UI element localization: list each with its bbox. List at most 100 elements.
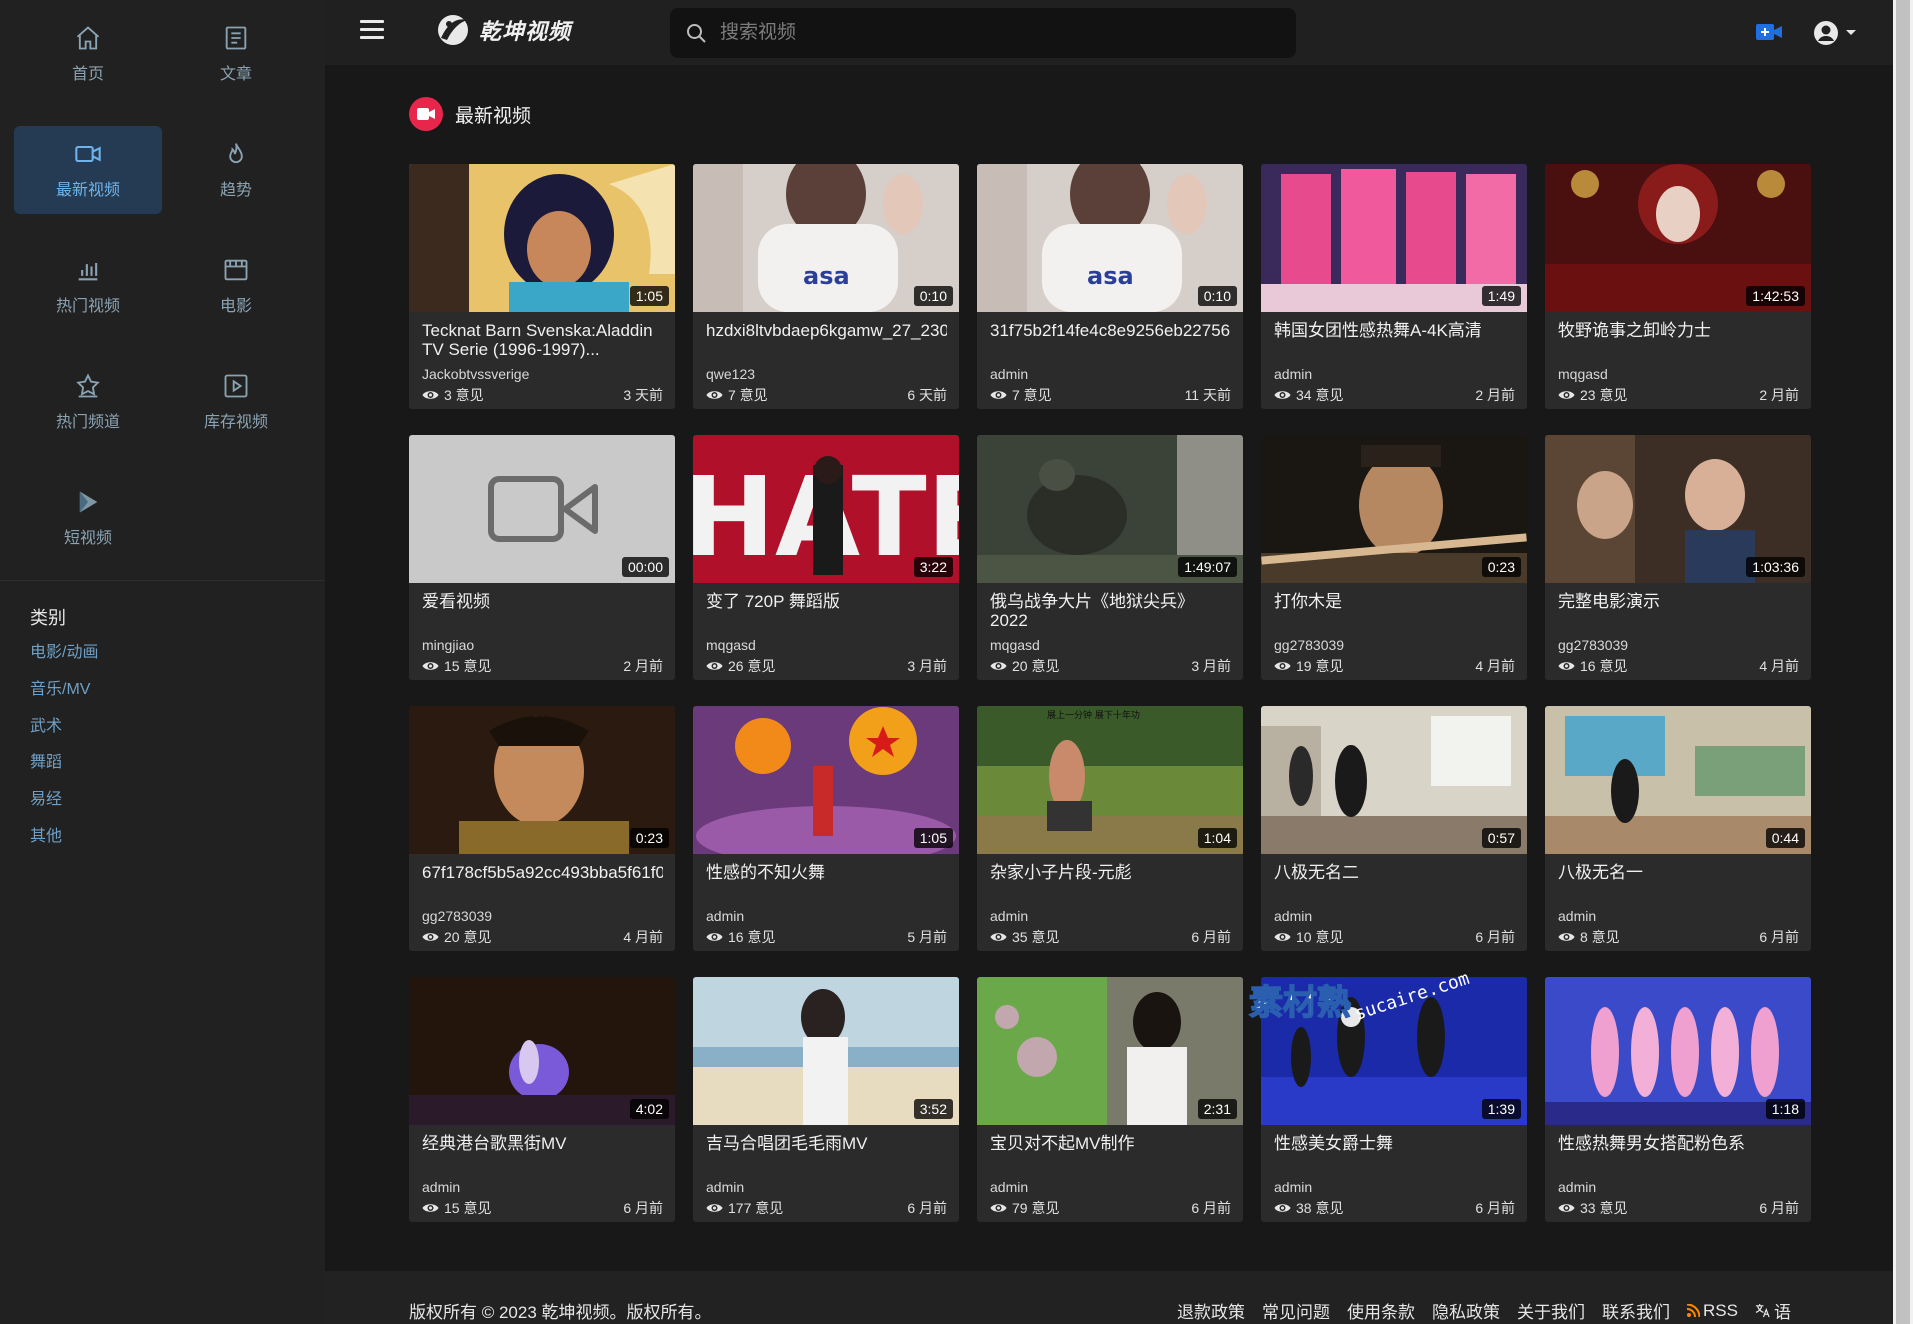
category-link[interactable]: 武术: [30, 716, 98, 753]
video-thumbnail[interactable]: 0:23: [1261, 435, 1527, 583]
video-author[interactable]: Jackobtvssverige: [422, 366, 529, 382]
video-card[interactable]: asa 0:10 31f75b2f14fe4c8e9256eb2275666c25 a…: [977, 164, 1243, 409]
video-title[interactable]: 31f75b2f14fe4c8e9256eb2275666c25: [990, 321, 1231, 359]
nav-item-movies[interactable]: 电影: [162, 242, 310, 330]
video-card[interactable]: 00:00 爱看视频 mingjiao 15 意见 2 月前: [409, 435, 675, 680]
video-card[interactable]: 4:02 经典港台歌黑街MV admin 15 意见 6 月前: [409, 977, 675, 1222]
video-card[interactable]: 0:23 67f178cf5b5a92cc493bba5f61f08437 gg27…: [409, 706, 675, 951]
video-thumbnail[interactable]: 0:57: [1261, 706, 1527, 854]
video-author[interactable]: gg2783039: [1558, 637, 1628, 653]
video-author[interactable]: admin: [1274, 908, 1312, 924]
video-card[interactable]: 1:49:07 俄乌战争大片《地狱尖兵》2022 mqgasd 20 意见 3 月前: [977, 435, 1243, 680]
video-title[interactable]: 67f178cf5b5a92cc493bba5f61f08437: [422, 863, 663, 901]
nav-item-stock-videos[interactable]: 库存视频: [162, 358, 310, 446]
video-author[interactable]: admin: [1558, 908, 1596, 924]
video-title[interactable]: 八极无名二: [1274, 863, 1515, 901]
video-title[interactable]: 牧野诡事之卸岭力士: [1558, 321, 1799, 359]
video-thumbnail[interactable]: 1:49:07: [977, 435, 1243, 583]
video-author[interactable]: mingjiao: [422, 637, 474, 653]
scrollbar-track[interactable]: [1893, 0, 1913, 1324]
video-title[interactable]: 杂家小子片段-元彪: [990, 863, 1231, 901]
category-link[interactable]: 其他: [30, 826, 98, 863]
category-link[interactable]: 音乐/MV: [30, 679, 98, 716]
video-card[interactable]: 1:18 性感热舞男女搭配粉色系 admin 33 意见 6 月前: [1545, 977, 1811, 1222]
video-upload-icon[interactable]: [1755, 20, 1783, 44]
category-link[interactable]: 电影/动画: [30, 642, 98, 679]
video-card[interactable]: 展上一分钟 展下十年功 1:04 杂家小子片段-元彪 admin 35 意见 6 月前: [977, 706, 1243, 951]
video-thumbnail[interactable]: 0:44: [1545, 706, 1811, 854]
video-card[interactable]: 2:31 宝贝对不起MV制作 admin 79 意见 6 月前: [977, 977, 1243, 1222]
video-author[interactable]: admin: [990, 1179, 1028, 1195]
video-card[interactable]: 0:23 打你木是 gg2783039 19 意见 4 月前: [1261, 435, 1527, 680]
video-thumbnail[interactable]: 0:23: [409, 706, 675, 854]
video-author[interactable]: qwe123: [706, 366, 755, 382]
video-author[interactable]: admin: [1274, 1179, 1312, 1195]
video-card[interactable]: 1:05 性感的不知火舞 admin 16 意见 5 月前: [693, 706, 959, 951]
footer-link-contact[interactable]: 联系我们: [1602, 1298, 1670, 1323]
video-thumbnail[interactable]: 4:02: [409, 977, 675, 1125]
footer-link-faq[interactable]: 常见问题: [1262, 1298, 1330, 1323]
video-thumbnail[interactable]: 展上一分钟 展下十年功 1:04: [977, 706, 1243, 854]
hamburger-menu-icon[interactable]: [360, 20, 384, 44]
nav-item-short-videos[interactable]: 短视频: [14, 474, 162, 562]
nav-item-popular-channels[interactable]: 热门频道: [14, 358, 162, 446]
video-card[interactable]: HATE3:22 变了 720P 舞蹈版 mqgasd 26 意见 3 月前: [693, 435, 959, 680]
video-author[interactable]: gg2783039: [1274, 637, 1344, 653]
video-title[interactable]: 性感的不知火舞: [706, 863, 947, 901]
video-author[interactable]: admin: [706, 1179, 744, 1195]
video-card[interactable]: 3:52 吉马合唱团毛毛雨MV admin 177 意见 6 月前: [693, 977, 959, 1222]
video-title[interactable]: 性感美女爵士舞: [1274, 1134, 1515, 1172]
footer-link-privacy[interactable]: 隐私政策: [1432, 1298, 1500, 1323]
video-thumbnail[interactable]: 1:39: [1261, 977, 1527, 1125]
footer-link-refund[interactable]: 退款政策: [1177, 1298, 1245, 1323]
video-card[interactable]: 0:44 八极无名一 admin 8 意见 6 月前: [1545, 706, 1811, 951]
video-title[interactable]: 韩国女团性感热舞A-4K高清: [1274, 321, 1515, 359]
video-thumbnail[interactable]: 2:31: [977, 977, 1243, 1125]
video-title[interactable]: 吉马合唱团毛毛雨MV: [706, 1134, 947, 1172]
video-thumbnail[interactable]: 1:05: [409, 164, 675, 312]
video-card[interactable]: 1:03:36 完整电影演示 gg2783039 16 意见 4 月前: [1545, 435, 1811, 680]
scrollbar-thumb[interactable]: [1896, 0, 1910, 1324]
nav-item-popular-videos[interactable]: 热门视频: [14, 242, 162, 330]
video-author[interactable]: admin: [1274, 366, 1312, 382]
video-author[interactable]: admin: [1558, 1179, 1596, 1195]
nav-item-home[interactable]: 首页: [14, 10, 162, 98]
video-title[interactable]: 完整电影演示: [1558, 592, 1799, 630]
video-author[interactable]: admin: [990, 366, 1028, 382]
video-thumbnail[interactable]: 1:49: [1261, 164, 1527, 312]
nav-item-trending[interactable]: 趋势: [162, 126, 310, 214]
video-thumbnail[interactable]: 00:00: [409, 435, 675, 583]
video-thumbnail[interactable]: 1:42:53: [1545, 164, 1811, 312]
footer-link-about[interactable]: 关于我们: [1517, 1298, 1585, 1323]
video-thumbnail[interactable]: 1:05: [693, 706, 959, 854]
video-author[interactable]: admin: [706, 908, 744, 924]
video-thumbnail[interactable]: asa 0:10: [977, 164, 1243, 312]
search-input[interactable]: [720, 22, 1260, 44]
category-link[interactable]: 易经: [30, 789, 98, 826]
video-thumbnail[interactable]: HATE3:22: [693, 435, 959, 583]
nav-item-latest-videos[interactable]: 最新视频: [14, 126, 162, 214]
video-author[interactable]: admin: [990, 908, 1028, 924]
video-title[interactable]: 宝贝对不起MV制作: [990, 1134, 1231, 1172]
footer-link-terms[interactable]: 使用条款: [1347, 1298, 1415, 1323]
video-author[interactable]: mqgasd: [706, 637, 756, 653]
video-title[interactable]: 八极无名一: [1558, 863, 1799, 901]
video-thumbnail[interactable]: asa 0:10: [693, 164, 959, 312]
video-card[interactable]: 1:05 Tecknat Barn Svenska:Aladdin TV Seri…: [409, 164, 675, 409]
video-title[interactable]: Tecknat Barn Svenska:Aladdin TV Serie (1…: [422, 321, 663, 359]
video-author[interactable]: gg2783039: [422, 908, 492, 924]
video-title[interactable]: 打你木是: [1274, 592, 1515, 630]
video-author[interactable]: admin: [422, 1179, 460, 1195]
search-bar[interactable]: [670, 8, 1296, 58]
video-thumbnail[interactable]: 1:18: [1545, 977, 1811, 1125]
video-title[interactable]: 经典港台歌黑街MV: [422, 1134, 663, 1172]
footer-link-rss[interactable]: RSS: [1687, 1298, 1738, 1323]
video-card[interactable]: 0:57 八极无名二 admin 10 意见 6 月前: [1261, 706, 1527, 951]
video-card[interactable]: 1:49 韩国女团性感热舞A-4K高清 admin 34 意见 2 月前: [1261, 164, 1527, 409]
video-author[interactable]: mqgasd: [990, 637, 1040, 653]
video-author[interactable]: mqgasd: [1558, 366, 1608, 382]
language-switcher[interactable]: 语: [1755, 1298, 1791, 1323]
site-logo[interactable]: 乾坤视频: [433, 10, 571, 50]
video-card[interactable]: asa 0:10 hzdxi8ltvbdaep6kgamw_27_230a44689…: [693, 164, 959, 409]
video-title[interactable]: hzdxi8ltvbdaep6kgamw_27_230a4468983089fe…: [706, 321, 947, 359]
